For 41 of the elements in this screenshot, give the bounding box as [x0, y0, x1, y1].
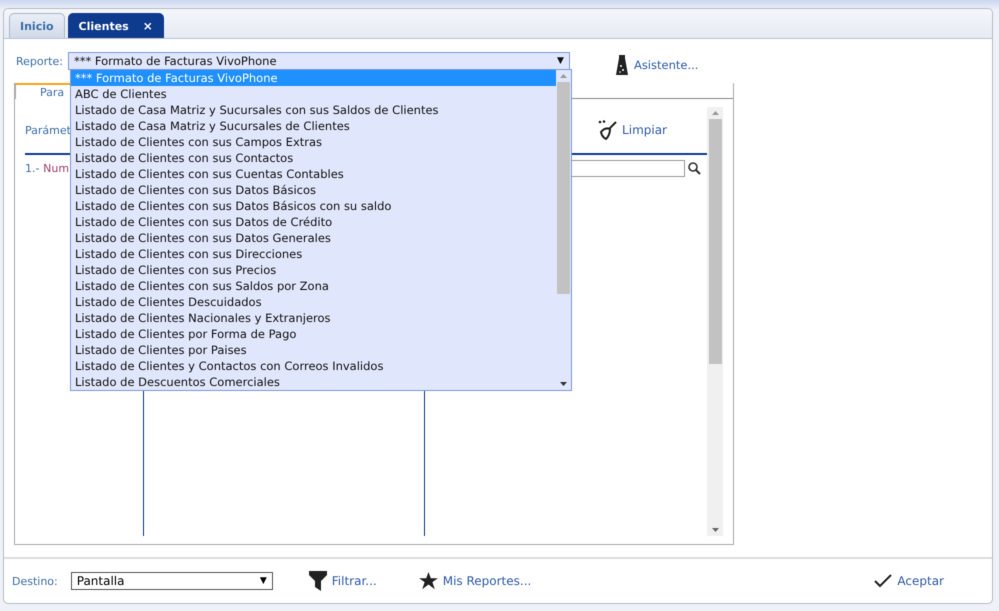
- dropdown-option[interactable]: Listado de Clientes con sus Datos Generales: [71, 230, 556, 246]
- dropdown-option[interactable]: Listado de Clientes con sus Cuentas Contables: [71, 166, 556, 182]
- dropdown-option[interactable]: Listado de Clientes por Forma de Pago: [71, 326, 556, 342]
- scrollbar[interactable]: [707, 107, 723, 536]
- dropdown-option[interactable]: Listado de Descuentos Comerciales: [71, 374, 556, 390]
- funnel-icon: [308, 571, 327, 591]
- flask-icon: [616, 55, 628, 75]
- my-reports-button[interactable]: Mis Reportes...: [418, 572, 532, 590]
- dropdown-option[interactable]: Listado de Clientes Nacionales y Extranjeros: [71, 310, 556, 326]
- field-label: Reporte:: [16, 54, 63, 68]
- dropdown-option[interactable]: ABC de Clientes: [71, 86, 556, 102]
- dropdown-option[interactable]: Listado de Clientes con sus Datos Básicos con su saldo: [71, 198, 556, 214]
- dropdown-option[interactable]: Listado de Clientes con sus Direcciones: [71, 246, 556, 262]
- search-icon[interactable]: [688, 162, 701, 174]
- parameter-name: Num: [43, 162, 70, 175]
- destination-select[interactable]: Pantalla ▼: [70, 572, 273, 590]
- broom-icon: [598, 120, 618, 140]
- report-select[interactable]: *** Formato de Facturas VivoPhone ▼: [68, 52, 570, 70]
- dropdown-option[interactable]: Listado de Clientes y Contactos con Correos Invalidos: [71, 358, 556, 374]
- field-label: Destino:: [12, 574, 58, 588]
- close-icon[interactable]: ×: [142, 19, 153, 33]
- dropdown-option[interactable]: Listado de Clientes con sus Datos de Crédito: [71, 214, 556, 230]
- dropdown-option[interactable]: Listado de Clientes con sus Precios: [71, 262, 556, 278]
- clear-button[interactable]: Limpiar: [598, 120, 667, 140]
- star-icon: [418, 572, 438, 590]
- check-icon: [874, 574, 892, 588]
- dropdown-option[interactable]: Listado de Clientes Descuidados: [71, 294, 556, 310]
- dropdown-option[interactable]: Listado de Clientes con sus Campos Extras: [71, 134, 556, 150]
- parameter-index: 1.-: [25, 162, 40, 175]
- tab[interactable]: Inicio: [9, 13, 65, 38]
- dropdown-option[interactable]: Listado de Clientes con sus Contactos: [71, 150, 556, 166]
- accept-button[interactable]: Aceptar: [874, 574, 944, 588]
- dropdown-option[interactable]: Listado de Casa Matriz y Sucursales de Clientes: [71, 118, 556, 134]
- section-heading: Parámet: [25, 124, 71, 136]
- dropdown-option[interactable]: Listado de Clientes por Paises: [71, 342, 556, 358]
- dropdown-option[interactable]: Listado de Casa Matriz y Sucursales con sus Saldos de Clientes: [71, 102, 556, 118]
- assistant-link[interactable]: Asistente...: [634, 58, 698, 72]
- tab[interactable]: Clientes ×: [68, 13, 164, 38]
- dropdown-option[interactable]: Listado de Clientes con sus Datos Básicos: [71, 182, 556, 198]
- dropdown-option[interactable]: Listado de Clientes con sus Saldos por Zona: [71, 278, 556, 294]
- filter-button[interactable]: Filtrar...: [308, 571, 377, 591]
